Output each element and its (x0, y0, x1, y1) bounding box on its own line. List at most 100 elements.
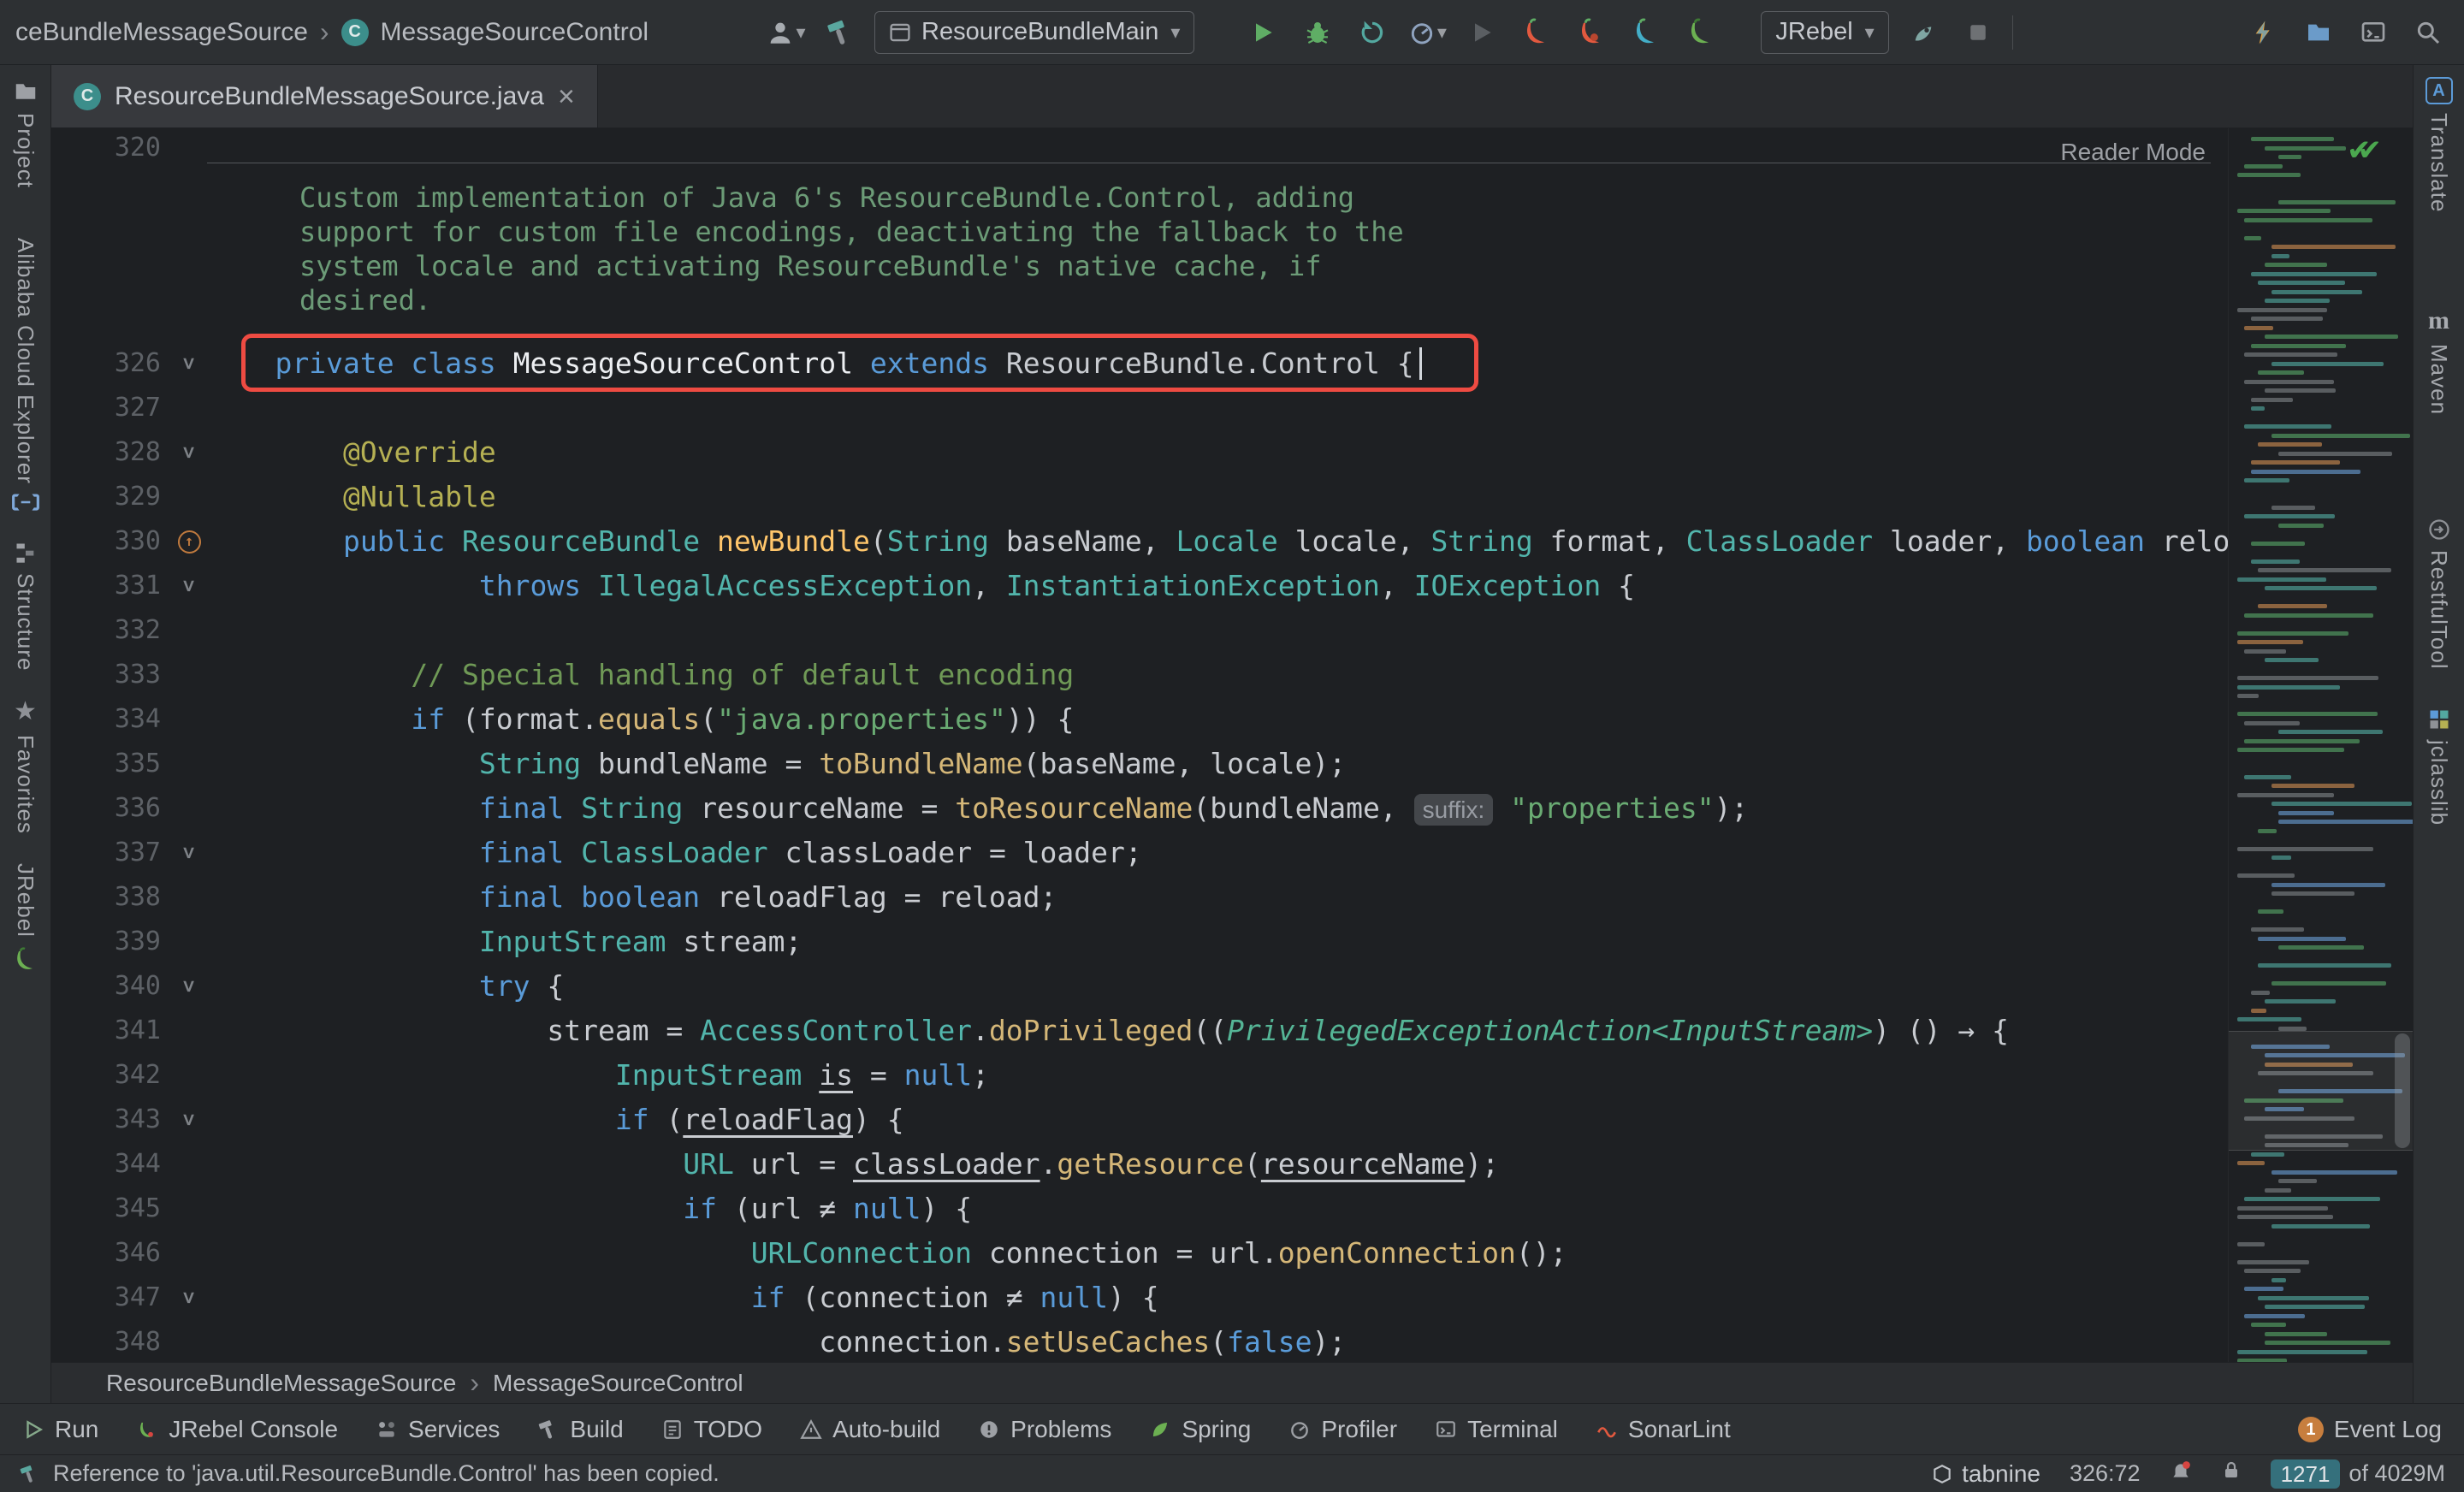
code-line[interactable]: if (connection ≠ null) { (207, 1276, 2228, 1320)
line-number[interactable]: 347 (51, 1276, 171, 1320)
line-number[interactable]: 320 (51, 133, 171, 163)
debug-icon[interactable] (1297, 12, 1338, 53)
sidebar-item-maven[interactable]: m Maven (2426, 306, 2452, 415)
line-number[interactable]: 330 (51, 519, 171, 564)
code-line[interactable]: @Override (207, 430, 2228, 475)
sidebar-item-jrebel[interactable]: JRebel (12, 863, 39, 974)
caret-position[interactable]: 326:72 (2070, 1460, 2141, 1487)
jrebel-select[interactable]: JRebel ▾ (1761, 11, 1888, 54)
code-line[interactable]: final String resourceName = toResourceNa… (207, 786, 2228, 831)
code-line[interactable]: final ClassLoader classLoader = loader; (207, 831, 2228, 875)
line-number[interactable]: 336 (51, 786, 171, 831)
sidebar-item-project[interactable]: Project (12, 79, 38, 188)
line-number[interactable]: 343 (51, 1098, 171, 1142)
minimap[interactable]: ✔✔ (2228, 128, 2413, 1362)
gutter[interactable]: > (171, 1098, 207, 1142)
code-line[interactable]: public ResourceBundle newBundle(String b… (207, 519, 2228, 564)
user-profile-icon[interactable]: ▾ (765, 12, 806, 53)
code-line[interactable]: try { (207, 964, 2228, 1009)
jrebel-run-icon[interactable] (1516, 12, 1557, 53)
line-number[interactable]: 337 (51, 831, 171, 875)
gutter[interactable]: > (171, 831, 207, 875)
sidebar-item-restfultool[interactable]: RestfulTool (2426, 518, 2452, 670)
fold-chevron-icon[interactable]: > (177, 980, 201, 992)
gutter[interactable]: > (171, 564, 207, 608)
override-method-icon[interactable]: ↑ (178, 530, 201, 554)
line-number[interactable]: 327 (51, 386, 171, 430)
notifications-icon[interactable] (2170, 1459, 2192, 1488)
toolwindow-spring[interactable]: Spring (1149, 1416, 1251, 1443)
tab-close-icon[interactable]: × (558, 82, 575, 111)
line-number[interactable]: 348 (51, 1320, 171, 1362)
toolwindow-problems[interactable]: Problems (978, 1416, 1111, 1443)
line-number[interactable]: 331 (51, 564, 171, 608)
sidebar-item-translate[interactable]: A Translate (2426, 77, 2453, 212)
code-line[interactable]: if (format.equals("java.properties")) { (207, 697, 2228, 742)
code-line[interactable]: connection.setUseCaches(false); (207, 1320, 2228, 1362)
fold-chevron-icon[interactable]: > (177, 580, 201, 592)
xrebel-debug-icon[interactable] (1680, 12, 1721, 53)
fold-chevron-icon[interactable]: > (177, 358, 201, 370)
toolwindow-sonarlint[interactable]: SonarLint (1596, 1416, 1731, 1443)
code-line[interactable] (207, 608, 2228, 653)
code-line[interactable]: URLConnection connection = url.openConne… (207, 1231, 2228, 1276)
toolwindow-event-log[interactable]: 1 Event Log (2298, 1416, 2442, 1443)
line-number[interactable]: 341 (51, 1009, 171, 1053)
gutter[interactable]: > (171, 430, 207, 475)
breadcrumb-item-class[interactable]: MessageSourceControl (381, 18, 649, 47)
run-with-coverage-icon[interactable] (1352, 12, 1393, 53)
code-line[interactable]: String bundleName = toBundleName(baseNam… (207, 742, 2228, 786)
launch-icon[interactable] (1903, 12, 1944, 53)
tabnine-widget[interactable]: tabnine (1931, 1460, 2040, 1488)
update-classes-icon[interactable] (2243, 12, 2284, 53)
line-number[interactable]: 329 (51, 475, 171, 519)
fold-chevron-icon[interactable]: > (177, 447, 201, 459)
line-number[interactable]: 342 (51, 1053, 171, 1098)
sidebar-item-structure[interactable]: Structure (12, 541, 38, 672)
code-line[interactable] (207, 386, 2228, 430)
line-number[interactable]: 340 (51, 964, 171, 1009)
code-line[interactable]: InputStream is = null; (207, 1053, 2228, 1098)
code-line[interactable]: // Special handling of default encoding (207, 653, 2228, 697)
sidebar-item-alibaba-cloud-explorer[interactable]: Alibaba Cloud Explorer (11, 238, 40, 512)
breadcrumb-item-class[interactable]: ResourceBundleMessageSource (106, 1370, 456, 1397)
code-line[interactable]: stream = AccessController.doPrivileged((… (207, 1009, 2228, 1053)
scrollbar-thumb[interactable] (2395, 1033, 2410, 1148)
line-number[interactable]: 335 (51, 742, 171, 786)
line-number[interactable]: 334 (51, 697, 171, 742)
toolwindow-services[interactable]: Services (376, 1416, 500, 1443)
code-line[interactable]: final boolean reloadFlag = reload; (207, 875, 2228, 920)
code-line[interactable]: InputStream stream; (207, 920, 2228, 964)
terminal-icon[interactable] (2353, 12, 2394, 53)
folder-icon[interactable] (2298, 12, 2339, 53)
build-hammer-icon[interactable] (820, 12, 861, 53)
code-line[interactable]: private class MessageSourceControl exten… (207, 341, 2228, 386)
sidebar-item-favorites[interactable]: ★ Favorites (12, 696, 38, 834)
line-number[interactable]: 339 (51, 920, 171, 964)
line-number[interactable]: 346 (51, 1231, 171, 1276)
run-configuration-select[interactable]: ResourceBundleMain ▾ (874, 11, 1194, 54)
line-number[interactable]: 338 (51, 875, 171, 920)
toolwindow-todo[interactable]: TODO (661, 1416, 762, 1443)
memory-indicator[interactable]: 1271 of 4029M (2271, 1459, 2445, 1489)
line-number[interactable]: 333 (51, 653, 171, 697)
breadcrumb-item-file[interactable]: ceBundleMessageSource (15, 18, 308, 47)
toolwindow-profiler[interactable]: Profiler (1288, 1416, 1397, 1443)
run-icon[interactable] (1242, 12, 1283, 53)
gutter[interactable]: > (171, 341, 207, 386)
line-number[interactable]: 332 (51, 608, 171, 653)
fold-chevron-icon[interactable]: > (177, 1114, 201, 1126)
sidebar-item-jclasslib[interactable]: jclasslib (2426, 708, 2452, 826)
line-number[interactable]: 344 (51, 1142, 171, 1187)
line-number[interactable]: 328 (51, 430, 171, 475)
gutter[interactable]: ↑ (171, 519, 207, 564)
code-line[interactable]: if (reloadFlag) { (207, 1098, 2228, 1142)
gutter[interactable]: > (171, 1276, 207, 1320)
inspections-ok-icon[interactable]: ✔✔ (2347, 133, 2368, 168)
fold-chevron-icon[interactable]: > (177, 1292, 201, 1304)
gutter[interactable]: > (171, 964, 207, 1009)
code-line[interactable]: URL url = classLoader.getResource(resour… (207, 1142, 2228, 1187)
code-line[interactable]: throws IllegalAccessException, Instantia… (207, 564, 2228, 608)
jrebel-debug-icon[interactable] (1571, 12, 1612, 53)
fold-chevron-icon[interactable]: > (177, 847, 201, 859)
